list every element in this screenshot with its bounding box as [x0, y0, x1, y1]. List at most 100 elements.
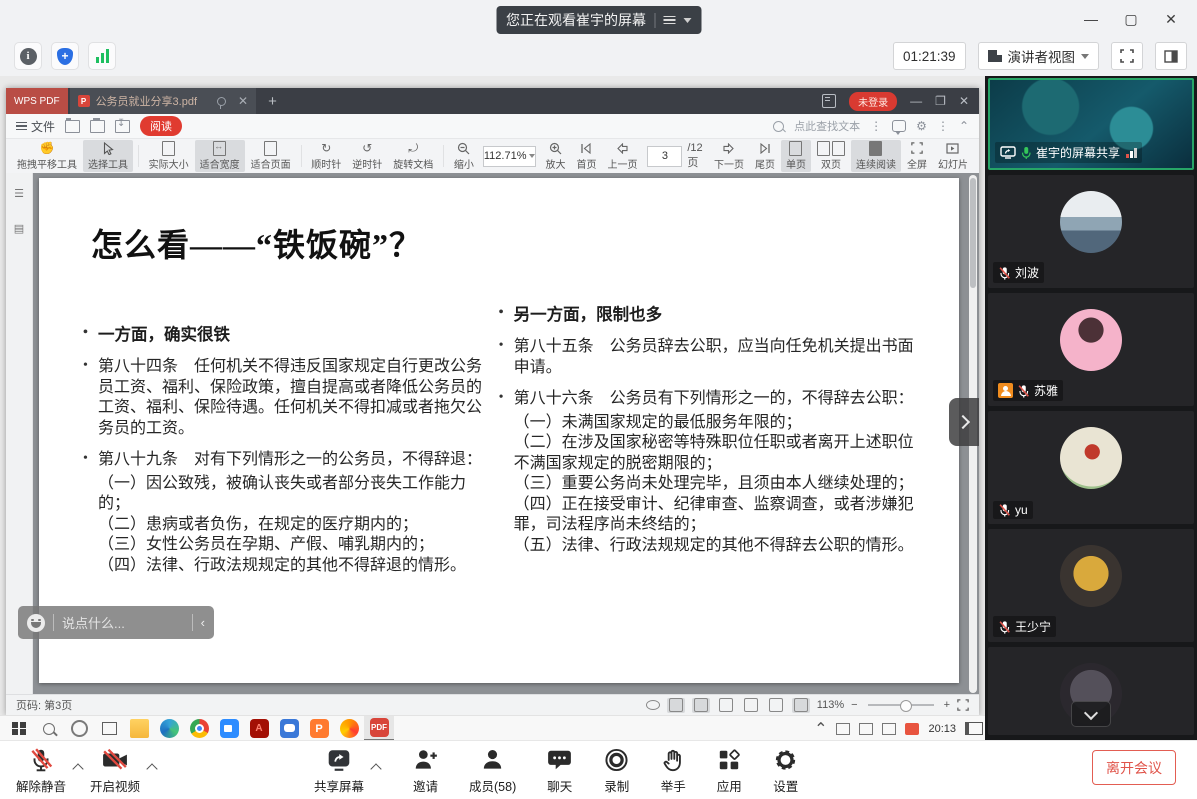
members-button[interactable]: 成员(58) — [469, 747, 516, 795]
taskbar-app-explorer[interactable] — [124, 716, 154, 740]
list-icon[interactable] — [663, 16, 675, 25]
more-dots-icon[interactable]: ⋮ — [870, 119, 882, 133]
unmute-button[interactable]: 解除静音 — [16, 747, 66, 795]
nav-next-page[interactable]: 下一页 — [709, 140, 749, 172]
settings-button[interactable]: 设置 — [772, 747, 799, 795]
close-tab-icon[interactable]: ✕ — [238, 94, 248, 108]
nav-prev-page[interactable]: 上一页 — [602, 140, 642, 172]
wps-minimize-button[interactable]: — — [910, 94, 922, 108]
taskbar-app-chrome[interactable] — [184, 716, 214, 740]
view-double-page[interactable]: 双页 — [812, 140, 850, 172]
caret-down-icon[interactable] — [683, 18, 691, 23]
taskbar-search[interactable] — [34, 716, 64, 740]
taskbar-app-messenger[interactable] — [274, 716, 304, 740]
print-icon[interactable] — [90, 120, 105, 133]
nav-first-page[interactable]: 首页 — [571, 140, 601, 172]
wps-close-button[interactable]: ✕ — [959, 94, 969, 108]
fullscreen-button[interactable] — [1111, 42, 1143, 70]
minimize-button[interactable]: — — [1075, 6, 1107, 32]
invite-button[interactable]: 邀请 — [412, 747, 439, 795]
status-layout2-button[interactable] — [767, 698, 785, 713]
view-fullscreen[interactable]: 全屏 — [902, 140, 932, 172]
apps-button[interactable]: 应用 — [716, 747, 742, 795]
taskbar-clock[interactable]: 20:13 — [928, 723, 956, 735]
tool-rotate-doc[interactable]: ⤾ 旋转文档 — [388, 140, 438, 172]
tool-rotate-ccw[interactable]: ↺ 逆时针 — [347, 140, 387, 172]
tray-icon-3[interactable] — [882, 723, 896, 735]
unmute-options-chevron[interactable] — [72, 763, 83, 774]
security-button[interactable]: + — [51, 42, 79, 70]
scroll-participants-down-button[interactable] — [1071, 701, 1111, 727]
tool-fit-width[interactable]: 适合宽度 — [195, 140, 245, 172]
zoom-value-input[interactable]: 112.71% — [483, 146, 537, 167]
document-tab[interactable]: P 公务员就业分享3.pdf ✕ — [70, 88, 257, 114]
collapse-bubble-icon[interactable]: ‹ — [201, 615, 205, 630]
zoom-slider[interactable] — [868, 704, 934, 706]
wps-restore-button[interactable]: ❐ — [935, 94, 946, 108]
tray-expand-icon[interactable]: ⌃ — [814, 719, 827, 739]
view-mode-dropdown[interactable]: 演讲者视图 — [978, 42, 1100, 70]
emoji-icon[interactable] — [27, 614, 45, 632]
status-layout3-button[interactable] — [792, 698, 810, 713]
share-screen-button[interactable]: 共享屏幕 — [314, 747, 364, 795]
start-video-button[interactable]: 开启视频 — [90, 747, 140, 795]
chat-quick-bubble[interactable]: 说点什么... ‹ — [18, 606, 214, 639]
meeting-info-button[interactable]: i — [14, 42, 42, 70]
status-fullscreen-icon[interactable] — [957, 699, 969, 711]
taskbar-app-adobe[interactable]: A — [244, 716, 274, 740]
tool-zoom-out[interactable]: 缩小 — [449, 140, 479, 172]
video-options-chevron[interactable] — [146, 763, 157, 774]
tray-icon-recording[interactable] — [905, 723, 919, 735]
tool-actual-size[interactable]: 实际大小 — [144, 140, 194, 172]
status-fit-button[interactable] — [692, 698, 710, 713]
video-tile[interactable]: yu — [988, 411, 1194, 524]
settings-gear-icon[interactable]: ⚙ — [916, 119, 927, 133]
tool-select[interactable]: 选择工具 — [83, 140, 133, 172]
view-continuous[interactable]: 连续阅读 — [851, 140, 901, 172]
chat-button[interactable]: 聊天 — [546, 747, 573, 795]
network-status-button[interactable] — [88, 42, 116, 70]
tray-icon-1[interactable] — [836, 723, 850, 735]
eye-protect-icon[interactable] — [646, 700, 660, 710]
slider-knob[interactable] — [900, 700, 912, 712]
chat-input-placeholder[interactable]: 说点什么... — [62, 613, 184, 632]
scrollbar-thumb[interactable] — [970, 178, 976, 288]
export-icon[interactable] — [115, 120, 130, 133]
file-menu[interactable]: 文件 — [16, 118, 55, 135]
taskbar-app-wps[interactable]: P — [304, 716, 334, 740]
collapse-toolbar-icon[interactable]: ⌃ — [959, 119, 969, 133]
tray-icon-2[interactable] — [859, 723, 873, 735]
panel-menu-icon[interactable]: ☰ — [14, 187, 24, 200]
view-slideshow[interactable]: 幻灯片 — [933, 140, 973, 172]
overflow-icon[interactable]: ⋮ — [937, 119, 949, 133]
start-button[interactable] — [4, 716, 34, 740]
thumbnail-panel-icon[interactable]: ▤ — [14, 222, 24, 235]
taskbar-app-firefox[interactable] — [334, 716, 364, 740]
tool-zoom-in[interactable]: 放大 — [540, 140, 570, 172]
tool-pan[interactable]: ✊ 拖拽平移工具 — [12, 140, 82, 172]
video-tile[interactable]: 苏雅 — [988, 293, 1194, 406]
video-tile[interactable]: 刘波 — [988, 175, 1194, 288]
status-double-page-button[interactable] — [717, 698, 735, 713]
raise-hand-button[interactable]: 举手 — [660, 747, 686, 795]
maximize-button[interactable]: ▢ — [1115, 6, 1147, 32]
task-view-button[interactable] — [94, 716, 124, 740]
video-tile[interactable]: 王少宁 — [988, 529, 1194, 642]
reader-mode-icon[interactable] — [822, 94, 836, 108]
taskbar-app-meeting[interactable] — [214, 716, 244, 740]
login-status-badge[interactable]: 未登录 — [849, 92, 897, 111]
leave-meeting-button[interactable]: 离开会议 — [1092, 750, 1176, 785]
notification-center-icon[interactable] — [965, 722, 983, 735]
status-layout1-button[interactable] — [742, 698, 760, 713]
read-mode-badge[interactable]: 阅读 — [140, 116, 182, 136]
share-options-chevron[interactable] — [370, 763, 381, 774]
nav-last-page[interactable]: 尾页 — [750, 140, 780, 172]
taskbar-app-edge[interactable] — [154, 716, 184, 740]
tool-rotate-cw[interactable]: ↻ 顺时针 — [306, 140, 346, 172]
pin-tab-icon[interactable] — [217, 97, 226, 106]
sidebar-expand-handle[interactable] — [949, 398, 979, 446]
close-button[interactable]: ✕ — [1155, 6, 1187, 32]
tool-fit-page[interactable]: 适合页面 — [246, 140, 296, 172]
wps-app-tab[interactable]: WPS PDF — [6, 88, 68, 114]
video-tile-sharing[interactable]: 崔宇的屏幕共享 — [988, 78, 1194, 170]
